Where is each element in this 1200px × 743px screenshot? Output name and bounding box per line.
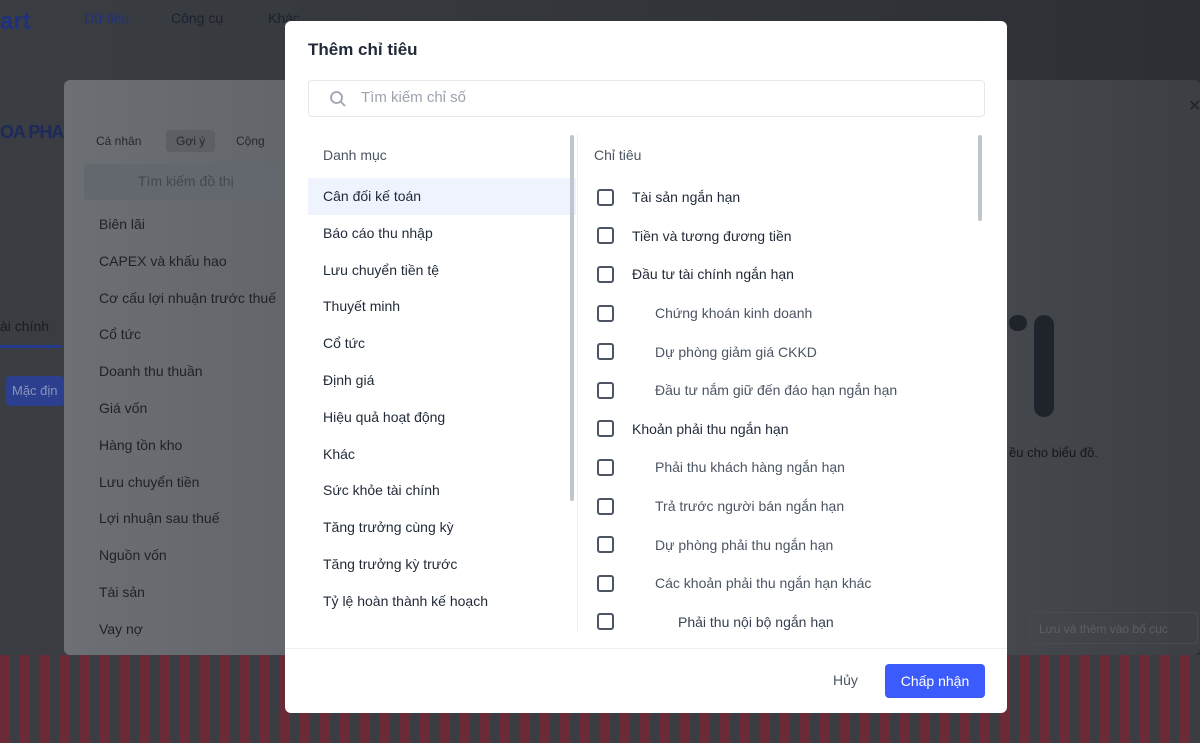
category-item[interactable]: Tỷ lệ hoàn thành kế hoạch: [308, 583, 576, 620]
chart-list-item[interactable]: Lưu chuyển tiền: [99, 474, 276, 511]
chart-search-input[interactable]: Tìm kiếm đồ thị: [84, 164, 284, 200]
chart-list-item[interactable]: CAPEX và khấu hao: [99, 253, 276, 290]
category-scrollbar[interactable]: [570, 135, 574, 501]
indicator-row[interactable]: Đầu tư tài chính ngắn hạn: [594, 255, 974, 294]
checkbox[interactable]: [597, 188, 614, 206]
indicator-row[interactable]: Phải thu nội bộ ngắn hạn: [594, 603, 974, 632]
categories-header: Danh mục: [323, 147, 387, 163]
indicator-row[interactable]: Tài sản ngắn hạn: [594, 178, 974, 217]
company-brand: OA PHA: [0, 122, 64, 142]
checkbox[interactable]: [597, 574, 614, 592]
dialog-title: Thêm chỉ tiêu: [308, 40, 418, 59]
indicator-label: Trả trước người bán ngắn hạn: [655, 498, 845, 515]
cancel-button[interactable]: Hủy: [833, 672, 858, 688]
category-item[interactable]: Tài trợ Chỉ tiêu: [308, 620, 576, 632]
tab-suggested[interactable]: Gợi ý: [166, 130, 216, 152]
chart-list-item[interactable]: Hàng tồn kho: [99, 437, 276, 474]
chart-list-item[interactable]: Lợi nhuận sau thuế: [99, 510, 276, 547]
indicator-label: Tiền và tương đương tiền: [632, 227, 792, 244]
info-icon-bar: [1034, 315, 1054, 417]
category-item[interactable]: Định giá: [308, 362, 576, 399]
tab-underline: [0, 345, 62, 348]
save-add-layout-button[interactable]: Lưu và thêm vào bố cục: [1030, 612, 1198, 644]
tab-community[interactable]: Cộng: [236, 134, 265, 148]
column-divider: [577, 134, 578, 632]
indicator-row[interactable]: Trả trước người bán ngắn hạn: [594, 487, 974, 526]
indicator-row[interactable]: Phải thu khách hàng ngắn hạn: [594, 448, 974, 487]
indicator-list: Tài sản ngắn hạn Tiền và tương đương tiền…: [594, 178, 974, 632]
checkbox[interactable]: [597, 304, 614, 322]
indicator-label: Đầu tư nắm giữ đến đáo hạn ngắn hạn: [655, 382, 898, 399]
indicator-label: Dự phòng giảm giá CKKD: [655, 343, 817, 360]
tab-personal[interactable]: Cá nhân: [96, 134, 141, 148]
indicator-label: Chứng khoán kinh doanh: [655, 305, 813, 322]
category-list: Cân đối kế toán Báo cáo thu nhập Lưu chuyể…: [308, 178, 576, 632]
indicator-label: Khoản phải thu ngắn hạn: [632, 420, 789, 437]
indicator-scrollbar[interactable]: [978, 135, 982, 221]
nav-tools[interactable]: Công cụ: [171, 10, 223, 26]
checkbox[interactable]: [597, 343, 614, 361]
checkbox[interactable]: [597, 497, 614, 515]
category-item[interactable]: Khác: [308, 436, 576, 473]
category-item[interactable]: Cân đối kế toán: [308, 178, 576, 215]
search-icon: [330, 91, 346, 107]
indicator-row[interactable]: Đầu tư nắm giữ đến đáo hạn ngắn hạn: [594, 371, 974, 410]
indicator-label: Phải thu nội bộ ngắn hạn: [678, 613, 834, 630]
indicator-label: Các khoản phải thu ngắn hạn khác: [655, 575, 872, 592]
category-item[interactable]: Thuyết minh: [308, 288, 576, 325]
chart-list: Biên lãi CAPEX và khấu hao Cơ cấu lợi nhuậ…: [99, 216, 276, 658]
chart-list-item[interactable]: Nguồn vốn: [99, 547, 276, 584]
category-item[interactable]: Hiệu quả hoạt động: [308, 399, 576, 436]
empty-message: ều cho biểu đồ.: [1009, 445, 1098, 460]
checkbox[interactable]: [597, 420, 614, 438]
indicator-row[interactable]: Khoản phải thu ngắn hạn: [594, 410, 974, 449]
category-item[interactable]: Báo cáo thu nhập: [308, 215, 576, 252]
indicator-row[interactable]: Chứng khoán kinh doanh: [594, 294, 974, 333]
category-item[interactable]: Sức khỏe tài chính: [308, 472, 576, 509]
category-item[interactable]: Tăng trưởng kỳ trước: [308, 546, 576, 583]
chart-list-item[interactable]: Biên lãi: [99, 216, 276, 253]
default-button[interactable]: Mặc địn: [6, 376, 64, 406]
checkbox[interactable]: [597, 227, 614, 245]
logo: art: [0, 8, 31, 35]
checkbox[interactable]: [597, 381, 614, 399]
tab-finance[interactable]: ài chính: [0, 318, 49, 334]
indicators-header: Chỉ tiêu: [594, 147, 642, 163]
add-indicator-dialog: Thêm chỉ tiêu Danh mục Cân đối kế toánBá…: [285, 21, 1007, 713]
category-item[interactable]: Cổ tức: [308, 325, 576, 362]
indicator-label: Dự phòng phải thu ngắn hạn: [655, 536, 834, 553]
indicator-row[interactable]: Dự phòng giảm giá CKKD: [594, 332, 974, 371]
footer-divider: [285, 648, 1007, 649]
indicator-label: Đầu tư tài chính ngắn hạn: [632, 266, 794, 283]
chart-list-item[interactable]: Tài sản: [99, 584, 276, 621]
checkbox[interactable]: [597, 613, 614, 631]
accept-button[interactable]: Chấp nhận: [885, 664, 985, 698]
chart-list-item[interactable]: Cơ cấu lợi nhuận trước thuế: [99, 290, 276, 327]
checkbox[interactable]: [597, 536, 614, 554]
indicator-row[interactable]: Các khoản phải thu ngắn hạn khác: [594, 564, 974, 603]
close-icon[interactable]: ✕: [1188, 96, 1200, 116]
indicator-row[interactable]: Tiền và tương đương tiền: [594, 217, 974, 256]
category-item[interactable]: Tăng trưởng cùng kỳ: [308, 509, 576, 546]
indicator-label: Tài sản ngắn hạn: [632, 189, 741, 206]
category-item[interactable]: Lưu chuyển tiền tệ: [308, 252, 576, 289]
chart-list-item[interactable]: Doanh thu thuần: [99, 363, 276, 400]
indicator-label: Phải thu khách hàng ngắn hạn: [655, 459, 845, 476]
nav-data[interactable]: Dữ liệu: [84, 10, 129, 26]
chart-list-item[interactable]: Giá vốn: [99, 400, 276, 437]
checkbox[interactable]: [597, 458, 614, 476]
chart-list-item[interactable]: Cổ tức: [99, 326, 276, 363]
info-icon-dot: [1009, 315, 1027, 331]
checkbox[interactable]: [597, 265, 614, 283]
indicator-search[interactable]: [308, 80, 985, 117]
indicator-row[interactable]: Dự phòng phải thu ngắn hạn: [594, 525, 974, 564]
chart-list-item[interactable]: Vay nợ: [99, 621, 276, 658]
indicator-search-input[interactable]: [361, 89, 961, 106]
